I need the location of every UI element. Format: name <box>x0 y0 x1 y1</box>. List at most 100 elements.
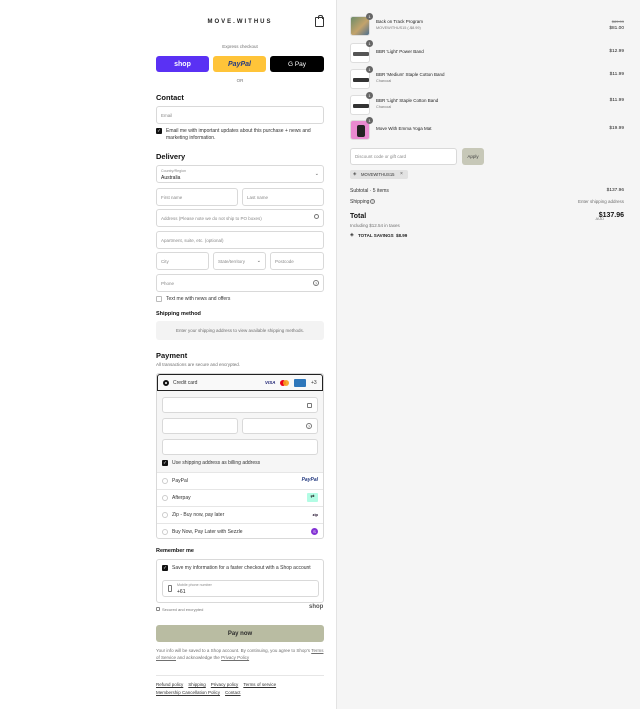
card-number-field[interactable] <box>162 397 318 413</box>
afterpay-logo-icon: ⇄ <box>307 493 318 502</box>
mobile-label: Mobile phone number <box>177 583 212 587</box>
zip-option[interactable]: Zip - Buy now, pay later zip <box>157 506 323 523</box>
privacy-link[interactable]: Privacy Policy <box>221 655 249 660</box>
billing-label: Use shipping address as billing address <box>172 460 261 466</box>
last-name-placeholder: Last name <box>247 195 269 200</box>
visa-icon: VISA <box>265 380 276 385</box>
apartment-placeholder: Apartment, suite, etc. (optional) <box>161 238 224 243</box>
subtotal-label: Subtotal · 5 items <box>350 188 389 194</box>
brand-logo[interactable]: MOVE.WITHUS <box>156 19 324 25</box>
paypal-radio[interactable] <box>162 478 168 484</box>
cart-item: 1 Back on Track Program MOVEWITHUS15 (-$… <box>350 13 487 40</box>
apply-button[interactable]: Apply <box>462 148 484 165</box>
postcode-placeholder: Postcode <box>275 259 294 264</box>
shipping-method-message: Enter your shipping address to view avai… <box>175 328 305 333</box>
credit-card-radio[interactable] <box>163 380 169 386</box>
product-name: BBR 'Light' Staple Cotton Band <box>376 98 439 103</box>
chevron-down-icon: ⌄ <box>314 171 319 177</box>
discount-code-input[interactable]: Discount code or gift card <box>350 148 457 165</box>
billing-checkbox[interactable]: ✓ <box>162 460 168 466</box>
paypal-button[interactable]: PayPal <box>213 56 266 72</box>
payment-subtext: All transactions are secure and encrypte… <box>156 362 241 367</box>
phone-icon <box>168 585 172 592</box>
google-pay-button[interactable]: G Pay <box>270 56 324 72</box>
sezzle-radio[interactable] <box>162 529 168 535</box>
shop-logo: shop <box>309 604 324 610</box>
address-field[interactable]: Address (Please note we do not ship to P… <box>156 209 324 227</box>
mobile-phone-field[interactable]: Mobile phone number +61 <box>162 580 319 597</box>
or-divider: OR <box>236 78 244 83</box>
paypal-option[interactable]: PayPal PayPal <box>157 472 323 489</box>
zip-option-label: Zip - Buy now, pay later <box>172 512 225 518</box>
shipping-value: Enter shipping address <box>577 199 624 204</box>
news-label: Email me with important updates about th… <box>166 128 311 141</box>
credit-card-label: Credit card <box>173 380 198 386</box>
apartment-field[interactable]: Apartment, suite, etc. (optional) <box>156 231 324 249</box>
product-variant: Charcoal <box>376 79 392 83</box>
news-checkbox[interactable]: ✓ <box>156 128 162 134</box>
help-icon[interactable]: ? <box>306 423 312 429</box>
save-info-checkbox[interactable]: ✓ <box>162 565 168 571</box>
city-placeholder: City <box>161 259 169 264</box>
last-name-field[interactable]: Last name <box>242 188 324 206</box>
shop-pay-button[interactable]: shop <box>156 56 209 72</box>
help-icon[interactable]: ? <box>370 199 375 204</box>
remove-code-icon[interactable]: × <box>400 171 403 177</box>
cart-item: 1 Move With Emma Yoga Mat <box>350 117 487 142</box>
shipping-link[interactable]: Shipping <box>188 682 206 687</box>
postcode-field[interactable]: Postcode <box>270 252 324 270</box>
membership-cancellation-link[interactable]: Membership Cancellation Policy <box>156 690 220 695</box>
terms-of-service-link[interactable]: Terms of service <box>243 682 276 687</box>
save-info-label: Save my information for a faster checkou… <box>172 565 311 571</box>
afterpay-radio[interactable] <box>162 495 168 501</box>
credit-card-option[interactable]: Credit card VISA +3 <box>157 374 323 391</box>
country-select[interactable]: Country/Region Australia ⌄ <box>156 165 324 183</box>
address-placeholder: Address (Please note we do not ship to P… <box>161 216 262 221</box>
savings-tag-icon: ◈ <box>350 232 354 238</box>
quantity-badge: 1 <box>366 40 373 47</box>
zip-radio[interactable] <box>162 512 168 518</box>
shipping-method-box: Enter your shipping address to view avai… <box>156 321 324 340</box>
email-placeholder: Email <box>161 113 173 118</box>
privacy-policy-link[interactable]: Privacy policy <box>211 682 239 687</box>
subtotal-value: $137.96 <box>606 188 624 193</box>
expiry-field[interactable] <box>162 418 238 434</box>
afterpay-option[interactable]: Afterpay ⇄ <box>157 489 323 506</box>
cart-bag-icon[interactable] <box>315 15 324 27</box>
paypal-option-label: PayPal <box>172 478 188 484</box>
first-name-placeholder: First name <box>161 195 183 200</box>
pay-now-button[interactable]: Pay now <box>156 625 324 642</box>
help-icon[interactable]: ? <box>313 280 319 286</box>
state-select[interactable]: State/territory ⌄ <box>213 252 266 270</box>
delivery-heading: Delivery <box>156 152 186 161</box>
sezzle-option[interactable]: Buy Now, Pay Later with Sezzle S <box>157 523 323 538</box>
shop-pay-label: shop <box>174 60 191 68</box>
name-on-card-field[interactable] <box>162 439 318 455</box>
cart-item: 1 BBR 'Light' Power Band <box>350 40 487 65</box>
original-price: $89.99 <box>611 19 624 24</box>
phone-placeholder: Phone <box>161 281 175 286</box>
phone-field[interactable]: Phone ? <box>156 274 324 292</box>
paypal-logo-icon: PayPal <box>301 477 318 483</box>
email-field[interactable]: Email <box>156 106 324 124</box>
first-name-field[interactable]: First name <box>156 188 238 206</box>
remember-me-heading: Remember me <box>156 548 194 554</box>
security-code-field[interactable]: ? <box>242 418 318 434</box>
payment-options: Credit card VISA +3 ? ✓ Use shipping add… <box>156 373 324 539</box>
product-name: Back on Track Program <box>376 19 424 24</box>
discount-placeholder: Discount code or gift card <box>355 154 407 159</box>
product-price: $11.99 <box>609 98 624 103</box>
card-form: ? ✓ Use shipping address as billing addr… <box>157 391 323 472</box>
tag-icon: ◈ <box>353 171 357 176</box>
city-field[interactable]: City <box>156 252 209 270</box>
product-variant: Charcoal <box>376 105 392 109</box>
chevron-down-icon: ⌄ <box>256 258 261 264</box>
pay-now-label: Pay now <box>227 630 253 637</box>
sezzle-logo-icon: S <box>311 528 318 535</box>
payment-heading: Payment <box>156 351 188 360</box>
text-offers-checkbox[interactable] <box>156 296 162 302</box>
contact-link[interactable]: Contact <box>225 690 241 695</box>
total-label: Total <box>350 213 367 220</box>
refund-policy-link[interactable]: Refund policy <box>156 682 183 687</box>
product-name: Move With Emma Yoga Mat <box>376 126 432 131</box>
